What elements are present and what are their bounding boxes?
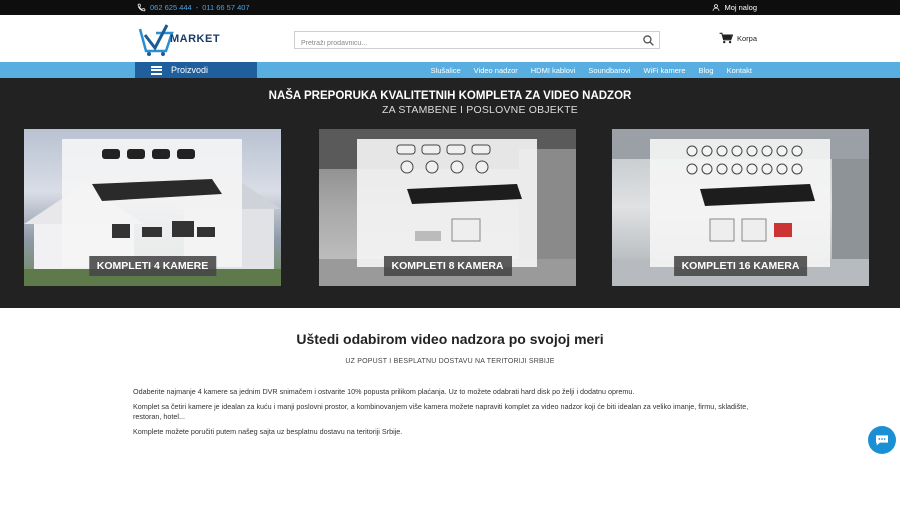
kit-card-label: KOMPLETI 8 KAMERA xyxy=(383,256,512,276)
user-icon xyxy=(713,4,720,11)
section-title: Uštedi odabirom video nadzora po svojoj … xyxy=(296,331,604,347)
phone-number-1[interactable]: 062 625 444 xyxy=(150,3,192,12)
phone-icon xyxy=(137,3,146,12)
header: MARKET Korpa xyxy=(0,15,900,62)
contact-phones: 062 625 444 - 011 66 57 407 xyxy=(137,3,250,12)
hamburger-icon xyxy=(151,65,162,75)
phone-separator: - xyxy=(195,3,199,12)
kit-card-label: KOMPLETI 16 KAMERA xyxy=(673,256,808,276)
nav-link-wifi-kamere[interactable]: WiFi kamere xyxy=(643,66,685,75)
kit-card-4-cameras[interactable]: KOMPLETI 4 KAMERE xyxy=(24,129,281,286)
cart-link[interactable]: Korpa xyxy=(719,32,757,44)
kit-products-image xyxy=(92,149,222,238)
site-logo[interactable]: MARKET xyxy=(136,21,236,57)
paragraph: Komplete možete poručiti putem našeg saj… xyxy=(133,427,403,436)
search-input[interactable] xyxy=(295,35,635,52)
section-text: Odaberite najmanje 4 kamere sa jednim DV… xyxy=(133,387,773,442)
product-panel xyxy=(357,139,537,267)
account-label: Moj nalog xyxy=(724,3,757,12)
kit-card-8-cameras[interactable]: KOMPLETI 8 KAMERA xyxy=(319,129,576,286)
product-panel xyxy=(62,139,242,267)
nav-link-video-nadzor[interactable]: Video nadzor xyxy=(474,66,518,75)
search-icon[interactable] xyxy=(642,34,655,47)
nav-link-blog[interactable]: Blog xyxy=(699,66,714,75)
nav-link-kontakt[interactable]: Kontakt xyxy=(727,66,752,75)
paragraph: Komplet sa četiri kamere je idealan za k… xyxy=(133,402,749,421)
nav-links: Slušalice Video nadzor HDMI kablovi Soun… xyxy=(431,62,752,78)
hero-section: NAŠA PREPORUKA KVALITETNIH KOMPLETA ZA V… xyxy=(0,78,900,308)
chat-icon xyxy=(876,435,888,446)
cart-icon xyxy=(719,32,733,44)
phone-number-2[interactable]: 011 66 57 407 xyxy=(202,3,249,12)
section-subtitle: UZ POPUST I BESPLATNU DOSTAVU NA TERITOR… xyxy=(345,358,555,365)
nav-link-slusalice[interactable]: Slušalice xyxy=(431,66,461,75)
product-panel xyxy=(650,139,830,267)
search-box xyxy=(294,31,660,52)
logo-text: MARKET xyxy=(170,33,221,45)
kit-products-image xyxy=(686,145,815,242)
kit-products-image xyxy=(396,144,522,242)
cart-label: Korpa xyxy=(737,33,758,43)
kit-card-16-cameras[interactable]: KOMPLETI 16 KAMERA xyxy=(612,129,869,286)
products-menu-button[interactable]: Proizvodi xyxy=(135,62,257,78)
paragraph: Odaberite najmanje 4 kamere sa jednim DV… xyxy=(133,387,635,396)
nav-link-soundbarovi[interactable]: Soundbarovi xyxy=(588,66,630,75)
kit-card-label: KOMPLETI 4 KAMERE xyxy=(88,256,217,276)
top-bar: 062 625 444 - 011 66 57 407 Moj nalog xyxy=(0,0,900,15)
hero-subtitle: ZA STAMBENE I POSLOVNE OBJEKTE xyxy=(381,104,579,116)
account-link[interactable]: Moj nalog xyxy=(712,3,757,12)
nav-link-hdmi-kablovi[interactable]: HDMI kablovi xyxy=(531,66,576,75)
chat-button[interactable] xyxy=(868,426,896,454)
products-label: Proizvodi xyxy=(171,65,209,75)
hero-title: NAŠA PREPORUKA KVALITETNIH KOMPLETA ZA V… xyxy=(268,90,632,102)
main-nav: Proizvodi Slušalice Video nadzor HDMI ka… xyxy=(0,62,900,78)
